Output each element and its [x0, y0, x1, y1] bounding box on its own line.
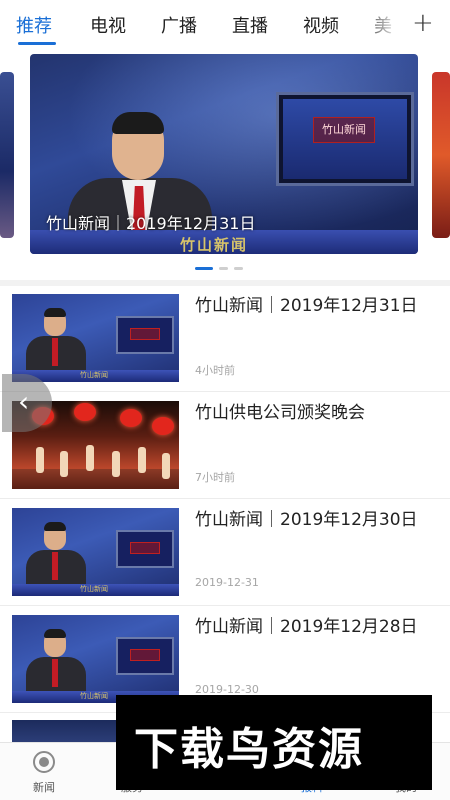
news-list-item[interactable]: 竹山供电公司颁奖晚会 7小时前: [0, 393, 450, 499]
nav-label: 新闻: [33, 781, 55, 794]
news-time: 2019-12-31: [195, 576, 259, 589]
tab-tv[interactable]: 电视: [90, 12, 126, 38]
monitor-logo: 竹山新闻: [313, 117, 375, 143]
news-title: 竹山新闻｜2019年12月31日: [195, 296, 418, 316]
banner-carousel[interactable]: 竹山新闻 竹山新闻 竹山新闻｜2019年12月31日: [0, 48, 450, 280]
plus-icon: +: [412, 8, 434, 38]
news-thumbnail: 竹山新闻: [12, 615, 179, 703]
thumbnail-logo-text: 竹山新闻: [80, 371, 108, 379]
desk-logo-text: 竹山新闻: [180, 236, 249, 254]
tab-radio[interactable]: 广播: [161, 12, 197, 38]
news-title: 竹山新闻｜2019年12月30日: [195, 510, 418, 530]
banner-next-peek[interactable]: [432, 72, 450, 238]
more-channels-button[interactable]: +: [398, 6, 450, 46]
thumbnail-logo-text: 竹山新闻: [80, 585, 108, 593]
carousel-dot-active: [195, 267, 213, 270]
channel-tab-bar: 推荐 电视 广播 直播 视频 美 +: [0, 0, 450, 50]
carousel-dot: [219, 267, 228, 270]
tab-live[interactable]: 直播: [232, 12, 268, 38]
tab-recommend[interactable]: 推荐: [16, 12, 52, 38]
news-list-item[interactable]: 竹山新闻 竹山新闻｜2019年12月31日 4小时前: [0, 286, 450, 392]
news-time: 4小时前: [195, 364, 235, 377]
banner-caption: 竹山新闻｜2019年12月31日: [46, 214, 256, 233]
active-tab-indicator: [18, 42, 56, 45]
thumbnail-logo-text: 竹山新闻: [80, 692, 108, 700]
news-time: 7小时前: [195, 471, 235, 484]
banner-slide[interactable]: 竹山新闻 竹山新闻 竹山新闻｜2019年12月31日: [30, 54, 418, 254]
news-thumbnail: 竹山新闻: [12, 294, 179, 382]
news-list-item[interactable]: 竹山新闻 竹山新闻｜2019年12月30日 2019-12-31: [0, 500, 450, 606]
news-thumbnail: 竹山新闻: [12, 508, 179, 596]
tab-fade-overlay: [360, 0, 400, 48]
nav-news[interactable]: 新闻: [14, 751, 74, 795]
chevron-left-icon: ‹: [18, 385, 30, 418]
news-title: 竹山供电公司颁奖晚会: [195, 403, 365, 423]
globe-icon: [33, 751, 55, 773]
news-title: 竹山新闻｜2019年12月28日: [195, 617, 418, 637]
watermark-banner: 下载鸟资源: [116, 695, 432, 790]
carousel-dot: [234, 267, 243, 270]
watermark-text: 下载鸟资源: [134, 724, 364, 775]
tab-video[interactable]: 视频: [303, 12, 339, 38]
banner-prev-peek[interactable]: [0, 72, 14, 238]
studio-monitor: 竹山新闻: [276, 92, 414, 186]
